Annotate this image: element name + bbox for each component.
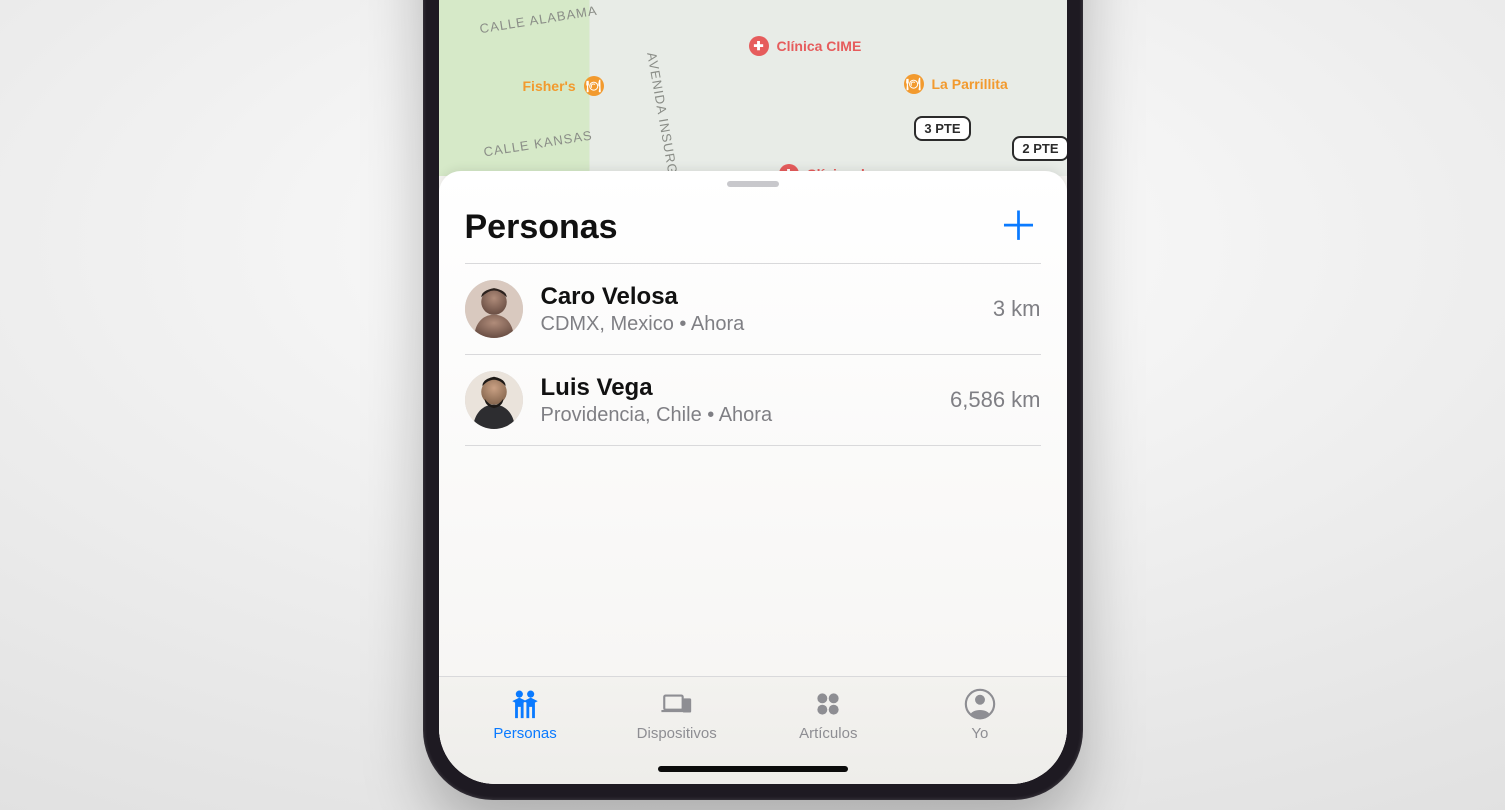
- poi-fishers[interactable]: Fisher's 🍽: [523, 76, 604, 96]
- person-subtitle: Providencia, Chile • Ahora: [541, 404, 933, 427]
- poi-fishers-label: Fisher's: [523, 78, 576, 94]
- home-indicator[interactable]: [658, 766, 848, 772]
- people-list: Caro Velosa CDMX, Mexico • Ahora 3 km: [439, 263, 1067, 446]
- tab-label: Personas: [493, 725, 556, 742]
- person-distance: 3 km: [993, 296, 1041, 322]
- add-person-button[interactable]: ＋: [997, 205, 1041, 249]
- tab-yo[interactable]: Yo: [915, 687, 1045, 742]
- restaurant-icon: 🍽: [904, 74, 924, 94]
- person-row-main: Luis Vega Providencia, Chile • Ahora: [541, 374, 933, 427]
- tab-personas[interactable]: Personas: [460, 687, 590, 742]
- person-name: Caro Velosa: [541, 283, 975, 311]
- medical-icon: ✚: [749, 36, 769, 56]
- tab-dispositivos[interactable]: Dispositivos: [612, 687, 742, 742]
- street-label-alabama: CALLE ALABAMA: [478, 3, 598, 36]
- poi-cime-label: Clínica CIME: [777, 38, 862, 54]
- tab-label: Dispositivos: [637, 725, 717, 742]
- street-label-insurgentes: AVENIDA INSURGENTES: [644, 51, 689, 176]
- sheet-title: Personas: [465, 208, 618, 247]
- people-sheet[interactable]: Personas ＋: [439, 171, 1067, 784]
- tab-label: Yo: [971, 725, 988, 742]
- route-shield-3pte: 3 PTE: [914, 116, 970, 141]
- person-circle-icon: [963, 687, 997, 721]
- person-row-main: Caro Velosa CDMX, Mexico • Ahora: [541, 283, 975, 336]
- tab-label: Artículos: [799, 725, 857, 742]
- avatar-placeholder-icon: [465, 280, 523, 338]
- tab-bar: Personas Dispositivos Artículos: [439, 676, 1067, 784]
- devices-icon: [660, 687, 694, 721]
- poi-parrillita-label: La Parrillita: [932, 76, 1008, 92]
- people-icon: [508, 687, 542, 721]
- phone-screen: CALLE ALABAMA CALLE KANSAS AVENIDA INSUR…: [439, 0, 1067, 784]
- items-icon: [811, 687, 845, 721]
- map-area[interactable]: CALLE ALABAMA CALLE KANSAS AVENIDA INSUR…: [439, 0, 1067, 176]
- plus-icon: ＋: [999, 207, 1039, 247]
- route-shield-2pte: 2 PTE: [1012, 136, 1066, 161]
- restaurant-icon: 🍽: [584, 76, 604, 96]
- avatar: [465, 371, 523, 429]
- sheet-header: Personas ＋: [439, 187, 1067, 263]
- tab-articulos[interactable]: Artículos: [763, 687, 893, 742]
- avatar: [465, 280, 523, 338]
- street-label-kansas: CALLE KANSAS: [482, 127, 593, 159]
- person-row[interactable]: Caro Velosa CDMX, Mexico • Ahora 3 km: [465, 263, 1041, 354]
- phone-bezel: CALLE ALABAMA CALLE KANSAS AVENIDA INSUR…: [423, 0, 1083, 800]
- poi-cime[interactable]: ✚ Clínica CIME: [749, 36, 862, 56]
- person-row[interactable]: Luis Vega Providencia, Chile • Ahora 6,5…: [465, 354, 1041, 446]
- person-distance: 6,586 km: [950, 387, 1041, 413]
- person-name: Luis Vega: [541, 374, 933, 402]
- avatar-placeholder-icon: [465, 371, 523, 429]
- person-subtitle: CDMX, Mexico • Ahora: [541, 313, 975, 336]
- poi-parrillita[interactable]: 🍽 La Parrillita: [904, 74, 1008, 94]
